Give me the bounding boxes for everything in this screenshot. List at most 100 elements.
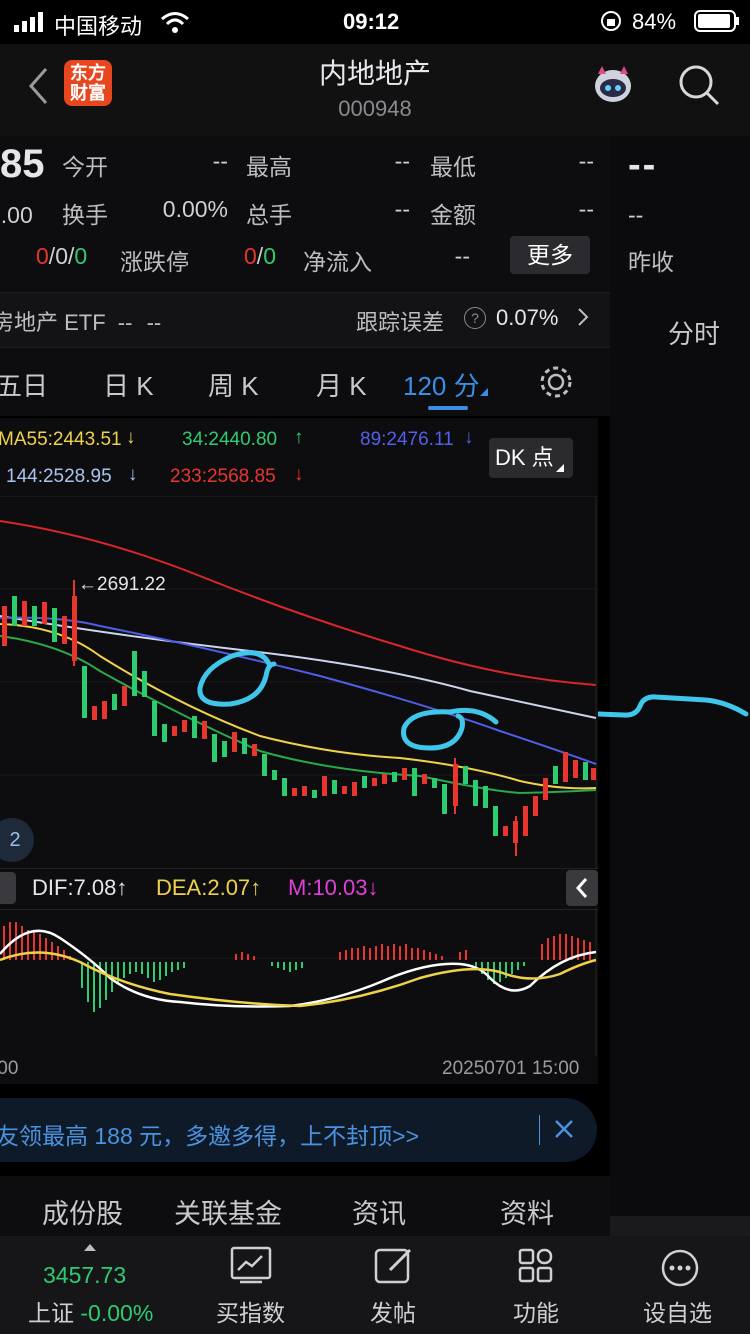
macd-dif: DIF:7.08↑ bbox=[32, 875, 127, 901]
amount-label: 金额 bbox=[430, 202, 476, 228]
tab-120-min[interactable]: 120 分 bbox=[403, 366, 480, 403]
tab-constituents[interactable]: 成份股 bbox=[42, 1192, 123, 1231]
turnover-label: 换手 bbox=[62, 202, 108, 228]
index-line: 上证 -0.00% bbox=[28, 1294, 153, 1328]
tab-day-k[interactable]: 日 K bbox=[103, 366, 154, 403]
macd-m-value: M:10.03 bbox=[288, 875, 368, 900]
orientation-lock-icon bbox=[600, 10, 622, 38]
macd-dea-value: DEA:2.07 bbox=[156, 875, 251, 900]
candlestick-chart bbox=[0, 496, 598, 868]
chart-trend-icon bbox=[230, 1246, 272, 1289]
macd-dif-value: DIF:7.08 bbox=[32, 875, 117, 900]
ma233-line bbox=[0, 520, 597, 686]
prev-close-label: 昨收 bbox=[628, 249, 674, 275]
tab-news[interactable]: 资讯 bbox=[352, 1192, 406, 1231]
ma144-line bbox=[0, 615, 597, 719]
clock: 09:12 bbox=[343, 9, 400, 34]
down-count: 0 bbox=[74, 243, 88, 269]
ma34-label: 34:2440.80 bbox=[182, 429, 278, 450]
index-name: 上证 bbox=[28, 1300, 74, 1326]
low-value: -- bbox=[578, 148, 594, 174]
dea-up-arrow: ↑ bbox=[250, 875, 262, 900]
price-marker-value: 2691.22 bbox=[97, 574, 166, 595]
volume-value: -- bbox=[394, 196, 410, 222]
hand-drawn-mark-2 bbox=[401, 707, 499, 751]
high-value: -- bbox=[394, 148, 410, 174]
updown-counts: 0/0/0 bbox=[36, 243, 88, 269]
fenshi-label[interactable]: 分时 bbox=[668, 314, 720, 351]
features-label: 功能 bbox=[513, 1300, 559, 1326]
price-marker: ←2691.22 bbox=[78, 574, 166, 595]
right-side-panel bbox=[610, 136, 750, 1236]
watchlist-label: 设自选 bbox=[643, 1300, 712, 1326]
amount-value: -- bbox=[578, 196, 594, 222]
help-icon[interactable]: ? bbox=[464, 307, 486, 329]
macd-expand-button[interactable] bbox=[0, 872, 16, 904]
status-bar: 中国移动 09:12 84% bbox=[0, 0, 750, 44]
close-icon bbox=[555, 1120, 573, 1138]
search-icon bbox=[679, 65, 720, 106]
post-label: 发帖 bbox=[370, 1300, 416, 1326]
ma89-line bbox=[0, 616, 597, 765]
banner-divider bbox=[539, 1115, 540, 1145]
low-label: 最低 bbox=[430, 154, 476, 180]
index-value: 3457.73 bbox=[43, 1262, 127, 1288]
ma34-up-arrow: ↑ bbox=[294, 427, 304, 448]
side-divider bbox=[610, 1216, 750, 1236]
open-value: -- bbox=[212, 148, 228, 174]
tab-related-funds[interactable]: 关联基金 bbox=[174, 1192, 282, 1231]
collapse-panel-button[interactable] bbox=[566, 870, 598, 906]
more-dots-icon bbox=[660, 1248, 700, 1293]
carrier-text: 中国移动 bbox=[54, 14, 143, 39]
open-label: 今开 bbox=[62, 154, 108, 180]
macd-dea: DEA:2.07↑ bbox=[156, 875, 261, 901]
ma34-line bbox=[0, 635, 597, 795]
netflow-label: 净流入 bbox=[303, 249, 372, 275]
chart-settings-button[interactable] bbox=[538, 364, 574, 405]
etf-info: 房地产 ETF -- -- bbox=[0, 305, 161, 337]
tracking-label: 跟踪误差 bbox=[356, 310, 445, 335]
dk-point-button[interactable]: DK 点 bbox=[489, 438, 573, 478]
zoom-badge-number: 2 bbox=[9, 829, 21, 851]
robot-assistant-icon[interactable] bbox=[588, 62, 638, 113]
current-price: 85 bbox=[0, 142, 45, 186]
tab-active-underline bbox=[428, 406, 468, 410]
compose-icon bbox=[374, 1246, 416, 1291]
tab-month-k[interactable]: 月 K bbox=[316, 366, 367, 403]
etf-name: 房地产 ETF bbox=[0, 310, 106, 335]
price-change: 0.00 bbox=[0, 202, 33, 228]
banner-close-button[interactable] bbox=[552, 1117, 576, 1146]
ma89-label: 89:2476.11 bbox=[360, 429, 454, 450]
volume-label: 总手 bbox=[246, 202, 292, 228]
more-button[interactable]: 更多 bbox=[510, 236, 590, 274]
buy-index-label: 买指数 bbox=[216, 1300, 285, 1326]
search-button[interactable] bbox=[676, 62, 722, 113]
tab-profile[interactable]: 资料 bbox=[500, 1192, 554, 1231]
high-label: 最高 bbox=[246, 154, 292, 180]
flat-count: 0 bbox=[55, 243, 68, 269]
signal-icon bbox=[14, 12, 48, 38]
ma144-down-arrow: ↓ bbox=[128, 464, 138, 485]
limit-up-count: 0 bbox=[244, 243, 257, 269]
ma55-label: MA55:2443.51 bbox=[0, 429, 122, 450]
dif-up-arrow: ↑ bbox=[116, 875, 128, 900]
index-change: -0.00% bbox=[80, 1300, 154, 1326]
ma233-label: 233:2568.85 bbox=[170, 466, 276, 487]
side-price: -- bbox=[628, 144, 658, 186]
period-tabs bbox=[0, 348, 610, 416]
dk-dropdown-indicator bbox=[556, 464, 564, 472]
promo-text[interactable]: 友领最高 188 元，多邀多得，上不封顶>> bbox=[0, 1117, 419, 1151]
tab-five-day[interactable]: 五日 bbox=[0, 366, 48, 403]
m-down-arrow: ↓ bbox=[367, 875, 379, 900]
gear-icon bbox=[540, 366, 572, 398]
tab-week-k[interactable]: 周 K bbox=[208, 366, 259, 403]
candles bbox=[2, 580, 596, 856]
ma233-down-arrow: ↓ bbox=[294, 464, 304, 485]
ma55-down-arrow: ↓ bbox=[126, 427, 136, 448]
battery-icon bbox=[694, 10, 740, 38]
grid-icon bbox=[518, 1248, 554, 1289]
turnover-value: 0.00% bbox=[162, 196, 228, 222]
tracking-value: 0.07% bbox=[496, 305, 559, 330]
side-change: -- bbox=[628, 202, 644, 228]
limit-down-count: 0 bbox=[263, 243, 276, 269]
